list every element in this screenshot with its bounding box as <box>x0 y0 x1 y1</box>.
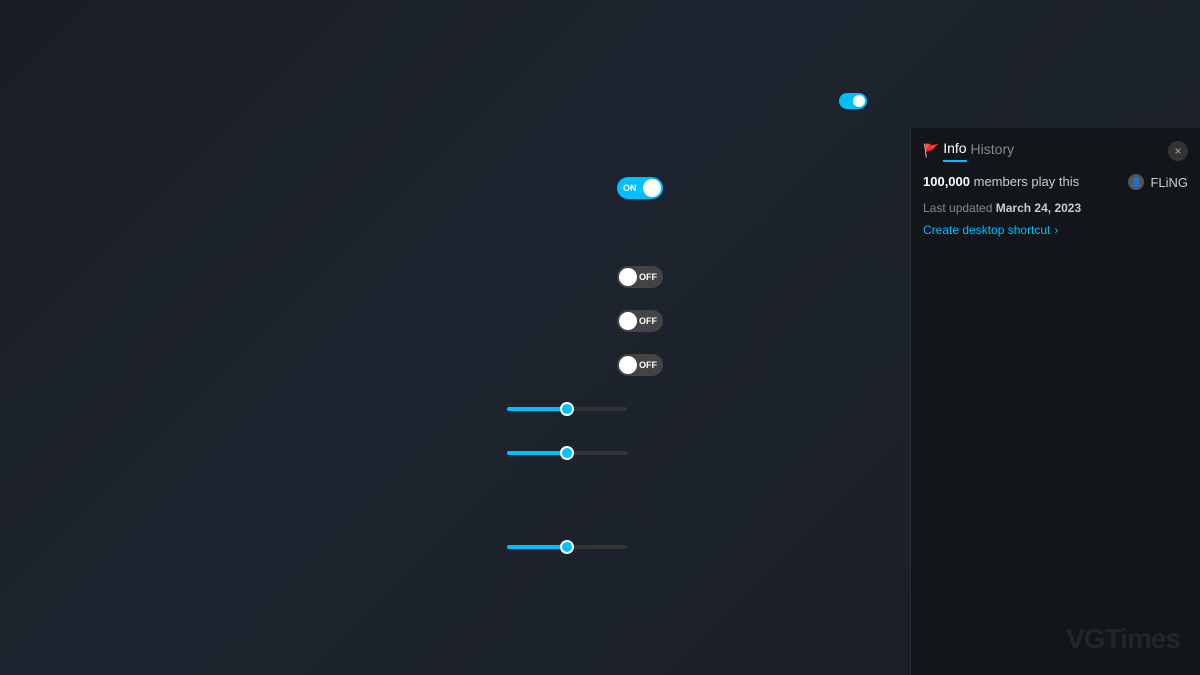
close-panel-button[interactable]: × <box>1168 141 1188 161</box>
toggle-on-label: ON <box>623 183 637 193</box>
toggle-knob <box>619 356 637 374</box>
info-members-row: 100,000 members play this 👤 FLiNG <box>923 174 1188 195</box>
members-count: 100,000 <box>923 174 970 189</box>
info-panel-header: 🚩 Info History × <box>923 140 1188 162</box>
unlimited-health-toggle[interactable]: ON <box>617 177 663 199</box>
toggle-off-label: OFF <box>639 316 657 326</box>
pesetas-multiplier-thumb[interactable] <box>560 540 574 554</box>
members-text: members play this <box>974 174 1079 189</box>
members-count-text: 100,000 members play this <box>923 174 1079 189</box>
defense-multiplier-thumb[interactable] <box>560 446 574 460</box>
create-shortcut-label: Create desktop shortcut <box>923 223 1050 237</box>
updated-text: Last updated March 24, 2023 <box>923 201 1188 215</box>
toggle-knob <box>643 179 661 197</box>
movement-speed-thumb[interactable] <box>560 402 574 416</box>
toggle-off-label: OFF <box>639 360 657 370</box>
author-name: FLiNG <box>1150 175 1188 190</box>
unlimited-ammo-toggle[interactable]: OFF <box>617 266 663 288</box>
info-tab-button[interactable]: Info <box>943 140 966 162</box>
toggle-knob <box>619 268 637 286</box>
unlimited-knife-toggle[interactable]: OFF <box>617 354 663 376</box>
no-reload-toggle[interactable]: OFF <box>617 310 663 332</box>
defense-multiplier-track[interactable] <box>507 451 627 455</box>
pesetas-multiplier-track[interactable] <box>507 545 627 549</box>
defense-multiplier-fill <box>507 451 567 455</box>
pesetas-multiplier-fill <box>507 545 567 549</box>
external-link-icon: › <box>1054 223 1058 237</box>
updated-date: March 24, 2023 <box>996 201 1081 215</box>
create-shortcut-link[interactable]: Create desktop shortcut › <box>923 223 1188 237</box>
toggle-knob <box>619 312 637 330</box>
toggle-off-label: OFF <box>639 272 657 282</box>
movement-speed-fill <box>507 407 567 411</box>
save-toggle[interactable] <box>839 93 867 109</box>
author-avatar: 👤 <box>1128 174 1144 190</box>
author-row: 👤 FLiNG <box>1128 174 1188 190</box>
history-tab-button[interactable]: History <box>971 141 1015 161</box>
movement-speed-track[interactable] <box>507 407 627 411</box>
flag-icon: 🚩 <box>923 143 939 159</box>
app-container: W 🔍 Home My games Explore Creators W WeM… <box>0 0 1200 675</box>
updated-label: Last updated <box>923 201 992 215</box>
info-panel: 🚩 Info History × 100,000 members play th… <box>910 128 1200 675</box>
